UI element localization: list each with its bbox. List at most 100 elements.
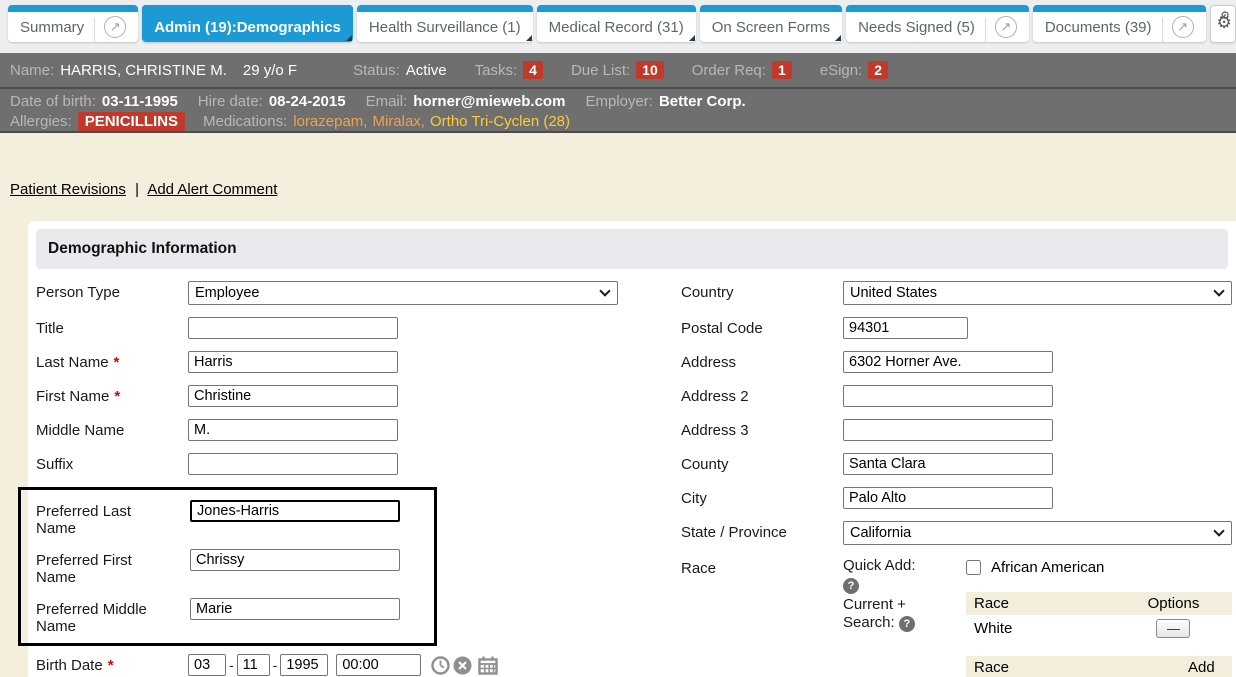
options-column-header: Options	[1115, 592, 1232, 615]
address3-input[interactable]	[843, 419, 1053, 441]
clock-icon[interactable]	[431, 656, 450, 675]
employer-value: Better Corp.	[659, 93, 746, 110]
medication-item[interactable]: lorazepam,	[293, 113, 367, 130]
remove-race-button[interactable]: —	[1156, 619, 1190, 638]
tab-divider	[94, 18, 95, 42]
popout-icon[interactable]: ↗	[1172, 16, 1194, 38]
middle-name-label: Middle Name	[36, 419, 188, 439]
address-input[interactable]	[843, 351, 1053, 373]
quick-add-label: Quick Add:	[843, 557, 966, 575]
hire-date-value: 08-24-2015	[269, 93, 346, 110]
tab-bar: Summary ↗ Admin (19):Demographics Health…	[0, 0, 1236, 53]
tab-needs-signed-label: Needs Signed (5)	[858, 19, 975, 36]
country-value: United States	[850, 285, 937, 301]
tab-accent-cap	[8, 5, 138, 12]
birth-time-input[interactable]	[336, 654, 421, 676]
country-label: Country	[681, 281, 843, 301]
tab-summary[interactable]: Summary ↗	[8, 5, 138, 42]
search-label: Search:	[843, 614, 895, 631]
add-alert-comment-link[interactable]: Add Alert Comment	[147, 181, 277, 198]
medication-item[interactable]: Miralax,	[372, 113, 425, 130]
patient-age-sex: 29 y/o F	[243, 62, 297, 79]
medication-item[interactable]: Ortho Tri-Cyclen (28)	[430, 113, 570, 130]
state-province-select[interactable]: California	[843, 521, 1232, 545]
county-input[interactable]	[843, 453, 1053, 475]
tab-accent-cap	[846, 5, 1029, 12]
status-value: Active	[406, 62, 447, 79]
tab-accent-cap	[537, 5, 696, 12]
title-input[interactable]	[188, 317, 398, 339]
calendar-icon[interactable]	[478, 656, 498, 675]
tab-documents[interactable]: Documents (39) ↗	[1033, 5, 1206, 42]
tasks-count-badge[interactable]: 4	[523, 61, 543, 79]
dob-value: 03-11-1995	[102, 93, 178, 110]
tab-admin-demographics[interactable]: Admin (19):Demographics	[142, 5, 353, 42]
birth-month-input[interactable]	[188, 654, 226, 676]
tab-on-screen-forms[interactable]: On Screen Forms	[700, 5, 842, 42]
date-separator: -	[229, 657, 234, 676]
tab-documents-label: Documents (39)	[1045, 19, 1152, 36]
help-icon[interactable]: ?	[843, 578, 859, 594]
hire-date-label: Hire date:	[198, 93, 263, 110]
due-list-count-badge[interactable]: 10	[636, 61, 664, 79]
patient-summary-bar: Name: HARRIS, CHRISTINE M. 29 y/o F Stat…	[0, 53, 1236, 89]
tab-health-surveillance[interactable]: Health Surveillance (1)	[357, 5, 533, 42]
allergy-badge[interactable]: PENICILLINS	[78, 112, 185, 131]
african-american-label: African American	[991, 559, 1104, 576]
tab-needs-signed[interactable]: Needs Signed (5) ↗	[846, 5, 1029, 42]
panel-title: Demographic Information	[36, 229, 1228, 269]
popout-icon[interactable]: ↗	[995, 16, 1017, 38]
preferred-first-name-input[interactable]	[190, 549, 400, 571]
help-icon[interactable]: ?	[899, 616, 915, 632]
popout-icon[interactable]: ↗	[104, 16, 126, 38]
preferred-middle-name-input[interactable]	[190, 598, 400, 620]
current-plus-label: Current +	[843, 596, 966, 614]
patient-revisions-link[interactable]: Patient Revisions	[10, 181, 126, 198]
employer-label: Employer:	[585, 93, 653, 110]
last-name-input[interactable]	[188, 351, 398, 373]
required-marker: *	[114, 388, 120, 405]
african-american-checkbox[interactable]	[966, 560, 981, 575]
preferred-last-name-input[interactable]	[190, 500, 400, 522]
order-req-label: Order Req:	[692, 62, 766, 79]
city-input[interactable]	[843, 487, 1053, 509]
race-current-table: Race Options White —	[966, 592, 1232, 642]
middle-name-input[interactable]	[188, 419, 398, 441]
esign-label: eSign:	[820, 62, 863, 79]
tab-accent-cap	[1033, 5, 1206, 12]
settings-button[interactable]: ⚙ ⚙	[1210, 5, 1236, 43]
race-add-table: Race Add	[966, 656, 1232, 677]
clear-icon[interactable]	[453, 656, 472, 675]
birth-day-input[interactable]	[237, 654, 270, 676]
demographics-panel: Demographic Information Person Type Empl…	[28, 221, 1236, 677]
race-table-row: White —	[966, 615, 1232, 642]
order-req-count-badge[interactable]: 1	[772, 61, 792, 79]
person-type-select[interactable]: Employee	[188, 281, 618, 305]
gear-small-icon: ⚙	[1220, 10, 1230, 21]
link-separator: |	[135, 181, 139, 198]
preferred-first-name-label: Preferred First Name	[36, 549, 190, 586]
dob-label: Date of birth:	[10, 93, 96, 110]
tab-medical-record[interactable]: Medical Record (31)	[537, 5, 696, 42]
date-separator: -	[273, 657, 278, 676]
preferred-last-name-label: Preferred Last Name	[36, 500, 190, 537]
first-name-input[interactable]	[188, 385, 398, 407]
address2-label: Address 2	[681, 385, 843, 405]
suffix-input[interactable]	[188, 453, 398, 475]
birth-year-input[interactable]	[280, 654, 328, 676]
race-label: Race	[681, 557, 843, 577]
country-select[interactable]: United States	[843, 281, 1232, 305]
chevron-down-icon	[599, 285, 610, 296]
title-label: Title	[36, 317, 188, 337]
name-label: Name:	[10, 62, 54, 79]
person-type-value: Employee	[195, 285, 259, 301]
state-province-value: California	[850, 525, 911, 541]
status-label: Status:	[353, 62, 400, 79]
state-province-label: State / Province	[681, 521, 843, 541]
esign-count-badge[interactable]: 2	[868, 61, 888, 79]
postal-code-input[interactable]	[843, 317, 968, 339]
first-name-label: First Name*	[36, 385, 188, 405]
preferred-middle-name-label: Preferred Middle Name	[36, 598, 190, 635]
address-label: Address	[681, 351, 843, 371]
address2-input[interactable]	[843, 385, 1053, 407]
